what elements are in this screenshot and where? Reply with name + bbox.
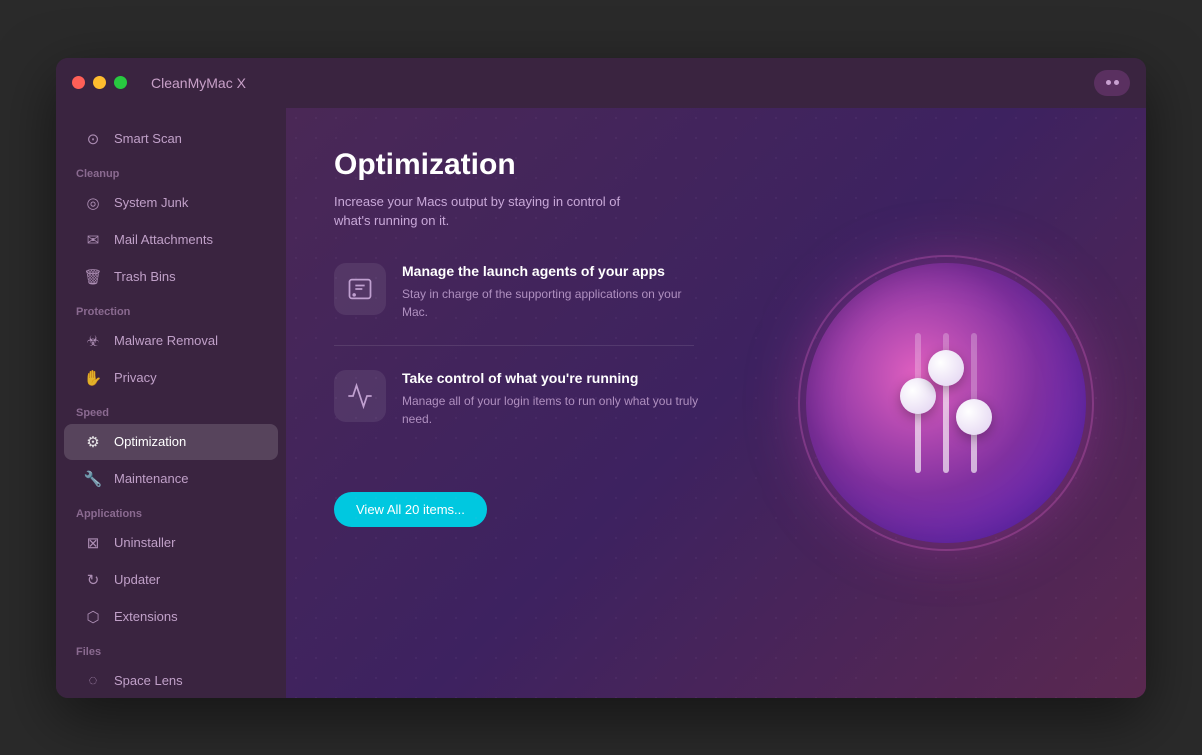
speed-section-label: Speed [56, 397, 286, 423]
privacy-icon: ✋ [84, 369, 102, 387]
page-subtitle: Increase your Macs output by staying in … [334, 192, 654, 231]
sidebar-item-smart-scan[interactable]: ⊙ Smart Scan [64, 121, 278, 157]
maintenance-icon: 🔧 [84, 470, 102, 488]
sidebar-item-privacy[interactable]: ✋ Privacy [64, 360, 278, 396]
sidebar-item-uninstaller[interactable]: ⊠ Uninstaller [64, 525, 278, 561]
slider-line-1 [915, 333, 921, 473]
applications-section-label: Applications [56, 498, 286, 524]
malware-icon: ☣ [84, 332, 102, 350]
feature1-icon [334, 263, 386, 315]
feature1-desc: Stay in charge of the supporting applica… [402, 285, 702, 321]
slider-line-2 [943, 333, 949, 473]
trash-icon: 🗑 [84, 268, 102, 286]
extensions-icon: ⬡ [84, 608, 102, 626]
cleanup-section-label: Cleanup [56, 158, 286, 184]
app-window: CleanMyMac X ⊙ Smart Scan Cleanup ◎ Syst… [56, 58, 1146, 698]
sidebar-label-space-lens: Space Lens [114, 673, 183, 688]
menu-dots-icon [1106, 80, 1119, 85]
mail-icon: ✉ [84, 231, 102, 249]
sidebar-label-mail-attachments: Mail Attachments [114, 232, 213, 247]
uninstaller-icon: ⊠ [84, 534, 102, 552]
sidebar-item-extensions[interactable]: ⬡ Extensions [64, 599, 278, 635]
space-lens-icon: ◌ [84, 672, 102, 690]
sidebar-label-extensions: Extensions [114, 609, 178, 624]
sidebar-label-updater: Updater [114, 572, 160, 587]
smart-scan-icon: ⊙ [84, 130, 102, 148]
feature2-title: Take control of what you're running [402, 370, 702, 386]
sidebar-item-maintenance[interactable]: 🔧 Maintenance [64, 461, 278, 497]
hero-graphic [806, 263, 1086, 543]
feature1-title: Manage the launch agents of your apps [402, 263, 702, 279]
main-content: Optimization Increase your Macs output b… [286, 108, 1146, 698]
view-all-button[interactable]: View All 20 items... [334, 492, 487, 527]
protection-section-label: Protection [56, 296, 286, 322]
sidebar-label-maintenance: Maintenance [114, 471, 188, 486]
sidebar-label-optimization: Optimization [114, 434, 186, 449]
slider-3 [971, 333, 977, 473]
titlebar-menu-button[interactable] [1094, 70, 1130, 96]
system-junk-icon: ◎ [84, 194, 102, 212]
slider-1 [915, 333, 921, 473]
files-section-label: Files [56, 636, 286, 662]
sidebar-item-mail-attachments[interactable]: ✉ Mail Attachments [64, 222, 278, 258]
updater-icon: ↻ [84, 571, 102, 589]
hero-outer-ring [806, 263, 1086, 543]
sidebar-item-space-lens[interactable]: ◌ Space Lens [64, 663, 278, 698]
titlebar: CleanMyMac X [56, 58, 1146, 108]
sidebar-label-system-junk: System Junk [114, 195, 188, 210]
feature2-text: Take control of what you're running Mana… [402, 370, 702, 428]
feature2-desc: Manage all of your login items to run on… [402, 392, 702, 428]
divider [334, 345, 694, 346]
sidebar-label-privacy: Privacy [114, 370, 157, 385]
sidebar-label-malware-removal: Malware Removal [114, 333, 218, 348]
sidebar-item-trash-bins[interactable]: 🗑 Trash Bins [64, 259, 278, 295]
page-title: Optimization [334, 148, 1098, 182]
close-button[interactable] [72, 76, 85, 89]
sidebar-item-malware-removal[interactable]: ☣ Malware Removal [64, 323, 278, 359]
slider-2 [943, 333, 949, 473]
minimize-button[interactable] [93, 76, 106, 89]
app-title: CleanMyMac X [151, 75, 246, 91]
maximize-button[interactable] [114, 76, 127, 89]
slider-line-3 [971, 333, 977, 473]
sidebar-item-system-junk[interactable]: ◎ System Junk [64, 185, 278, 221]
sidebar: ⊙ Smart Scan Cleanup ◎ System Junk ✉ Mai… [56, 108, 286, 698]
sliders-icon [895, 333, 997, 473]
sidebar-label-uninstaller: Uninstaller [114, 535, 175, 550]
traffic-lights [72, 76, 127, 89]
sidebar-label-smart-scan: Smart Scan [114, 131, 182, 146]
sidebar-item-updater[interactable]: ↻ Updater [64, 562, 278, 598]
feature2-icon [334, 370, 386, 422]
optimization-icon: ⚙ [84, 433, 102, 451]
feature1-text: Manage the launch agents of your apps St… [402, 263, 702, 321]
sidebar-item-optimization[interactable]: ⚙ Optimization [64, 424, 278, 460]
sidebar-label-trash-bins: Trash Bins [114, 269, 176, 284]
content-area: ⊙ Smart Scan Cleanup ◎ System Junk ✉ Mai… [56, 108, 1146, 698]
